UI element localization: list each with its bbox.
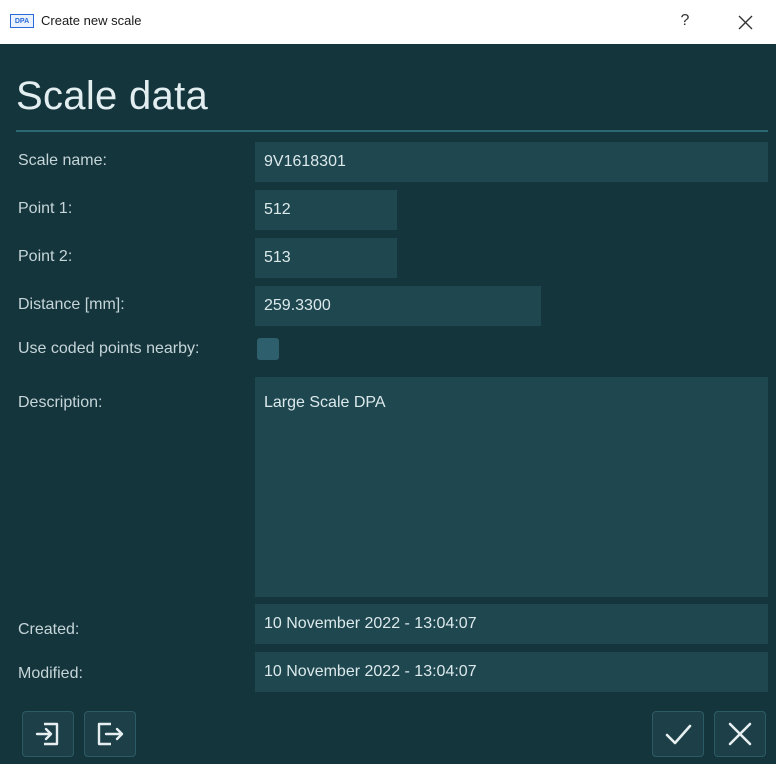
close-icon [738,15,752,29]
distance-field[interactable]: 259.3300 [255,286,541,326]
description-textarea[interactable]: Large Scale DPA [255,377,768,597]
app-logo-icon: DPA [10,14,34,28]
created-label: Created: [18,621,80,638]
coded-points-label: Use coded points nearby: [18,340,200,357]
cancel-button[interactable] [714,711,766,757]
import-button[interactable] [22,711,74,757]
page-title: Scale data [16,74,209,118]
confirm-button[interactable] [652,711,704,757]
created-field: 10 November 2022 - 13:04:07 [255,604,768,644]
window-close-button[interactable] [730,10,760,34]
create-scale-dialog: DPA Create new scale ? Scale data Scale … [0,0,776,764]
point2-label: Point 2: [18,248,73,265]
close-icon [728,722,752,746]
scale-name-field[interactable]: 9V1618301 [255,142,768,182]
check-icon [665,724,692,745]
import-icon [35,722,59,746]
modified-label: Modified: [18,665,83,682]
heading-divider [16,130,768,132]
window-title: Create new scale [41,13,142,28]
dialog-content: Scale data Scale name: 9V1618301 Point 1… [0,44,776,764]
point1-field[interactable]: 512 [255,190,397,230]
point1-label: Point 1: [18,200,73,217]
title-bar: DPA Create new scale ? [0,0,776,44]
scale-name-label: Scale name: [18,152,107,169]
distance-label: Distance [mm]: [18,296,125,313]
coded-points-checkbox[interactable] [257,338,279,360]
export-button[interactable] [84,711,136,757]
description-label: Description: [18,394,103,411]
modified-field: 10 November 2022 - 13:04:07 [255,652,768,692]
export-icon [97,722,124,746]
point2-field[interactable]: 513 [255,238,397,278]
help-button[interactable]: ? [670,12,700,34]
